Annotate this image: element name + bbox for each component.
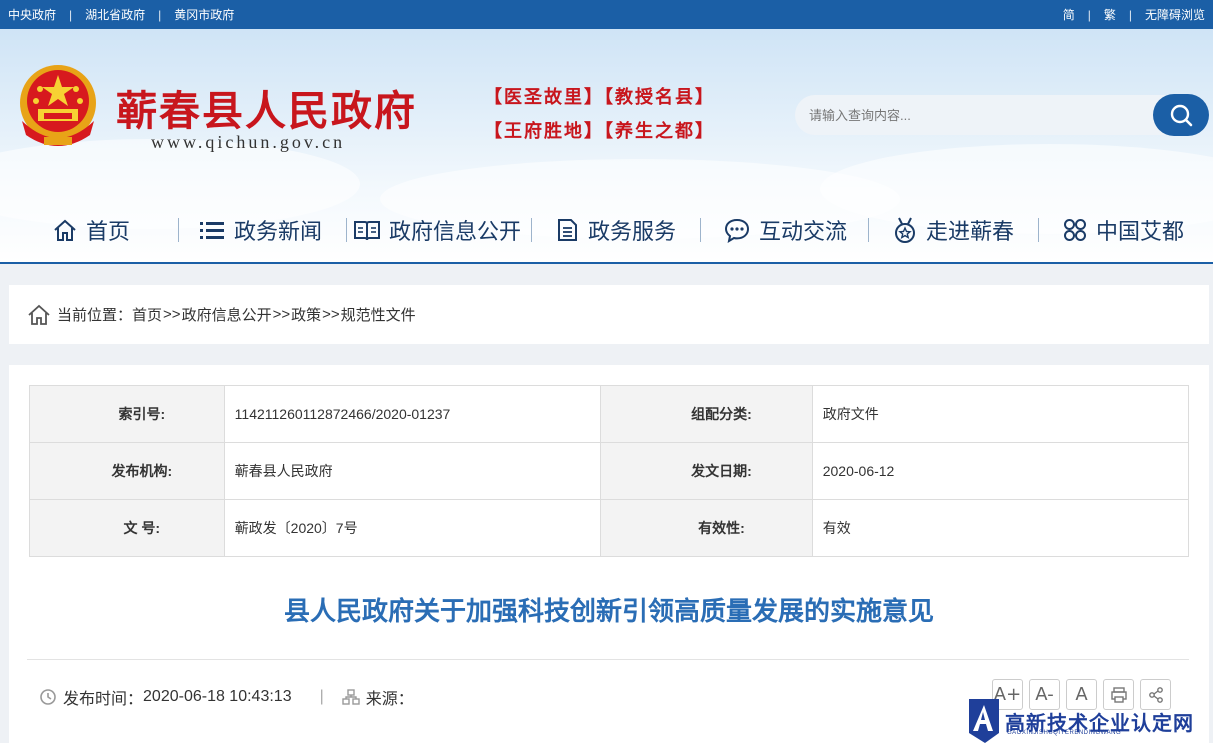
- badge-icon: [895, 217, 915, 243]
- nav-underline: [0, 262, 1213, 264]
- nav-separator: [868, 218, 869, 242]
- main-nav: 首页 政务新闻 政府信息公开 政务服务 互动交流 走进蕲春 中国艾都: [0, 200, 1213, 262]
- site-url: www.qichun.gov.cn: [151, 132, 346, 152]
- nav-label: 走进蕲春: [926, 219, 1015, 244]
- table-row: 索引号: 11421126011287246​6/2020-01237 组配分类…: [29, 385, 1190, 443]
- link-huanggang-gov[interactable]: 黄冈市政府: [174, 6, 234, 23]
- document-title: 县人民政府关于加强科技创新引领高质量发展的实施意见: [283, 596, 934, 626]
- nav-label: 政务服务: [588, 219, 677, 244]
- site-header: 蕲春县人民政府 www.qichun.gov.cn 【医圣故里】【教授名县】 【…: [0, 29, 1213, 263]
- breadcrumb-separator: >>: [163, 306, 181, 323]
- breadcrumb-separator: >>: [322, 306, 340, 323]
- nav-separator: [178, 218, 179, 242]
- top-links-right: 简 | 繁 | 无障碍浏览: [1063, 0, 1205, 29]
- nav-separator: [1038, 218, 1039, 242]
- nav-item-home[interactable]: 首页: [52, 210, 130, 250]
- chat-icon: [724, 218, 750, 243]
- nav-item-about[interactable]: 走进蕲春: [892, 210, 1014, 250]
- breadcrumb-separator: >>: [272, 306, 291, 323]
- list-icon: [200, 222, 224, 239]
- nav-label: 政府信息公开: [389, 219, 522, 244]
- publish-time: 2020-06-18 10:43:13: [143, 688, 292, 705]
- breadcrumb-normative-docs[interactable]: 规范性文件: [341, 304, 416, 325]
- divider: [27, 659, 1189, 660]
- breadcrumb-prefix: 当前位置：: [57, 307, 133, 324]
- meta-value: 蕲政发〔2020〕7号: [223, 499, 602, 557]
- publish-label: 发布时间：: [63, 691, 144, 708]
- nav-item-services[interactable]: 政务服务: [554, 210, 676, 250]
- search-box: [795, 94, 1209, 136]
- home-icon: [54, 219, 76, 241]
- top-bar: 中央政府 | 湖北省政府 | 黄冈市政府 简 | 繁 | 无障碍浏览: [0, 0, 1213, 29]
- search-icon: [1170, 104, 1193, 127]
- top-links-left: 中央政府 | 湖北省政府 | 黄冈市政府: [8, 0, 234, 29]
- separator: |: [158, 7, 162, 22]
- publish-info: 发布时间： 2020-06-18 10:43:13 | 来源：: [39, 685, 414, 709]
- nav-label: 互动交流: [759, 219, 848, 244]
- breadcrumb-policy[interactable]: 政策: [291, 304, 321, 325]
- meta-label: 索引号:: [29, 385, 225, 443]
- meta-value: 2020-06-12: [811, 442, 1190, 500]
- nav-item-news[interactable]: 政务新闻: [198, 210, 322, 250]
- breadcrumb: 当前位置： 首页 >> 政府信息公开 >> 政策 >> 规范性文件: [9, 285, 1209, 344]
- source-icon: [342, 689, 360, 705]
- link-central-gov[interactable]: 中央政府: [8, 6, 56, 23]
- meta-value: 政府文件: [811, 385, 1190, 443]
- nav-label: 中国艾都: [1096, 219, 1185, 244]
- table-row: 发布机构: 蕲春县人民政府 发文日期: 2020-06-12: [29, 442, 1190, 500]
- document-meta-table: 索引号: 11421126011287246​6/2020-01237 组配分类…: [29, 385, 1190, 557]
- search-button[interactable]: [1153, 94, 1209, 136]
- separator: |: [319, 688, 324, 705]
- breadcrumb-home[interactable]: 首页: [132, 304, 162, 325]
- table-row: 文 号: 蕲政发〔2020〕7号 有效性: 有效: [29, 499, 1190, 557]
- separator: |: [1128, 7, 1132, 22]
- watermark-subtext: GAOXINJISHUQIYERENDINGWANG: [1007, 730, 1122, 736]
- nav-separator: [531, 218, 532, 242]
- separator: |: [69, 7, 73, 22]
- meta-value: 蕲春县人民政府: [223, 442, 602, 500]
- meta-value: 有效: [811, 499, 1190, 557]
- national-emblem-logo: [20, 65, 96, 146]
- link-hubei-gov[interactable]: 湖北省政府: [85, 6, 145, 23]
- document-icon: [558, 219, 577, 241]
- meta-label: 发文日期:: [600, 442, 813, 500]
- separator: |: [1087, 7, 1091, 22]
- slogan-line-2: 【王府胜地】【养生之都】: [484, 121, 715, 142]
- meta-label: 发布机构:: [29, 442, 225, 500]
- clock-icon: [40, 689, 56, 705]
- book-icon: [354, 221, 380, 241]
- nav-separator: [346, 218, 347, 242]
- grid-circles-icon: [1064, 219, 1086, 241]
- nav-label: 政务新闻: [234, 219, 323, 244]
- nav-item-aidu[interactable]: 中国艾都: [1062, 210, 1184, 250]
- main-content: 索引号: 11421126011287246​6/2020-01237 组配分类…: [9, 365, 1209, 743]
- source-label: 来源：: [365, 691, 414, 708]
- traditional-chinese-link[interactable]: 繁: [1104, 6, 1116, 23]
- meta-label: 组配分类:: [600, 385, 813, 443]
- meta-value: 11421126011287246​6/2020-01237: [223, 385, 602, 443]
- nav-label: 首页: [86, 219, 131, 244]
- accessibility-link[interactable]: 无障碍浏览: [1145, 6, 1205, 23]
- breadcrumb-gov-info[interactable]: 政府信息公开: [182, 304, 272, 325]
- watermark-logo-icon: [969, 699, 999, 743]
- watermark: 高新技术企业认定网 GAOXINJISHUQIYERENDINGWANG: [965, 693, 1213, 743]
- slogan-line-1: 【医圣故里】【教授名县】: [484, 87, 715, 108]
- meta-label: 有效性:: [600, 499, 813, 557]
- nav-separator: [700, 218, 701, 242]
- site-title: 蕲春县人民政府: [116, 87, 417, 135]
- nav-item-interaction[interactable]: 互动交流: [723, 210, 847, 250]
- search-input[interactable]: [795, 95, 1155, 135]
- home-icon: [28, 304, 50, 325]
- simplified-chinese-link[interactable]: 简: [1063, 6, 1075, 23]
- meta-label: 文 号:: [29, 499, 225, 557]
- nav-item-gov-info[interactable]: 政府信息公开: [353, 210, 521, 250]
